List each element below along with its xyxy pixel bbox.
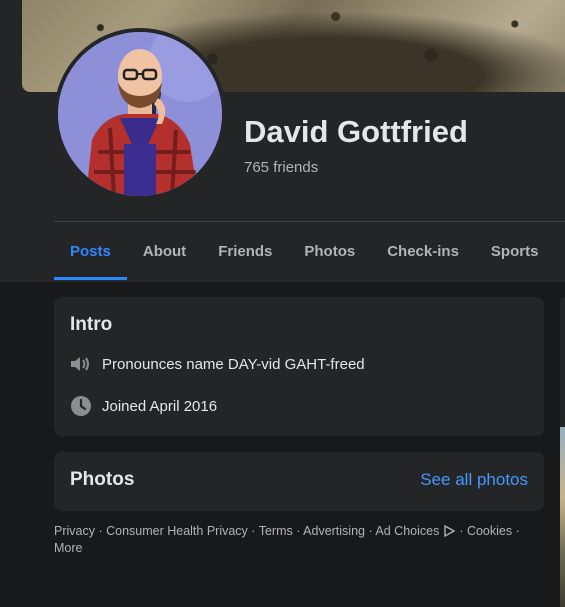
footer-link-consumer-health-privacy[interactable]: Consumer Health Privacy: [106, 524, 248, 538]
avatar-illustration: [58, 32, 222, 196]
intro-pronunciation-row: Pronounces name DAY-vid GAHT-freed: [70, 353, 365, 375]
see-all-photos-link[interactable]: See all photos: [420, 470, 528, 490]
footer-link-cookies[interactable]: Cookies: [467, 524, 512, 538]
footer-separator: ·: [247, 524, 259, 538]
intro-title: Intro: [70, 314, 113, 335]
photos-title: Photos: [70, 469, 135, 490]
footer-link-more[interactable]: More: [54, 541, 82, 555]
tab-photos[interactable]: Photos: [288, 222, 371, 280]
tab-friends[interactable]: Friends: [202, 222, 288, 280]
joined-text: Joined April 2016: [102, 397, 218, 415]
friends-count[interactable]: 765 friends: [244, 159, 318, 176]
footer-separator: ·: [512, 524, 520, 538]
intro-joined-row: Joined April 2016: [70, 395, 217, 417]
profile-picture-frame[interactable]: [54, 28, 226, 200]
profile-name: David Gottfried: [244, 114, 468, 149]
footer-separator: ·: [292, 524, 304, 538]
footer-link-advertising[interactable]: Advertising: [303, 524, 365, 538]
footer-link-ad-choices[interactable]: Ad Choices: [375, 524, 439, 538]
tab-about[interactable]: About: [127, 222, 202, 280]
ad-choices-icon[interactable]: [443, 524, 456, 538]
photos-card: Photos See all photos: [54, 452, 544, 511]
speaker-icon[interactable]: [70, 353, 92, 375]
right-column-card: [560, 297, 565, 435]
footer-separator: ·: [94, 524, 107, 538]
footer-links: Privacy · Consumer Health Privacy · Term…: [54, 523, 544, 557]
tab-posts[interactable]: Posts: [54, 222, 127, 280]
profile-picture[interactable]: [58, 32, 222, 196]
footer-link-terms[interactable]: Terms: [259, 524, 293, 538]
clock-icon: [70, 395, 92, 417]
right-column-photo[interactable]: [560, 427, 565, 607]
intro-card: Intro Pronounces name DAY-vid GAHT-freed…: [54, 297, 544, 436]
tab-sports[interactable]: Sports: [475, 222, 555, 280]
tab-more[interactable]: Mo: [554, 222, 565, 280]
footer-separator: ·: [365, 524, 376, 538]
pronunciation-text: Pronounces name DAY-vid GAHT-freed: [102, 355, 365, 373]
profile-tabs: Posts About Friends Photos Check-ins Spo…: [54, 222, 565, 280]
footer-link-privacy[interactable]: Privacy: [54, 524, 95, 538]
footer-separator: ·: [455, 524, 467, 538]
tab-check-ins[interactable]: Check-ins: [371, 222, 475, 280]
